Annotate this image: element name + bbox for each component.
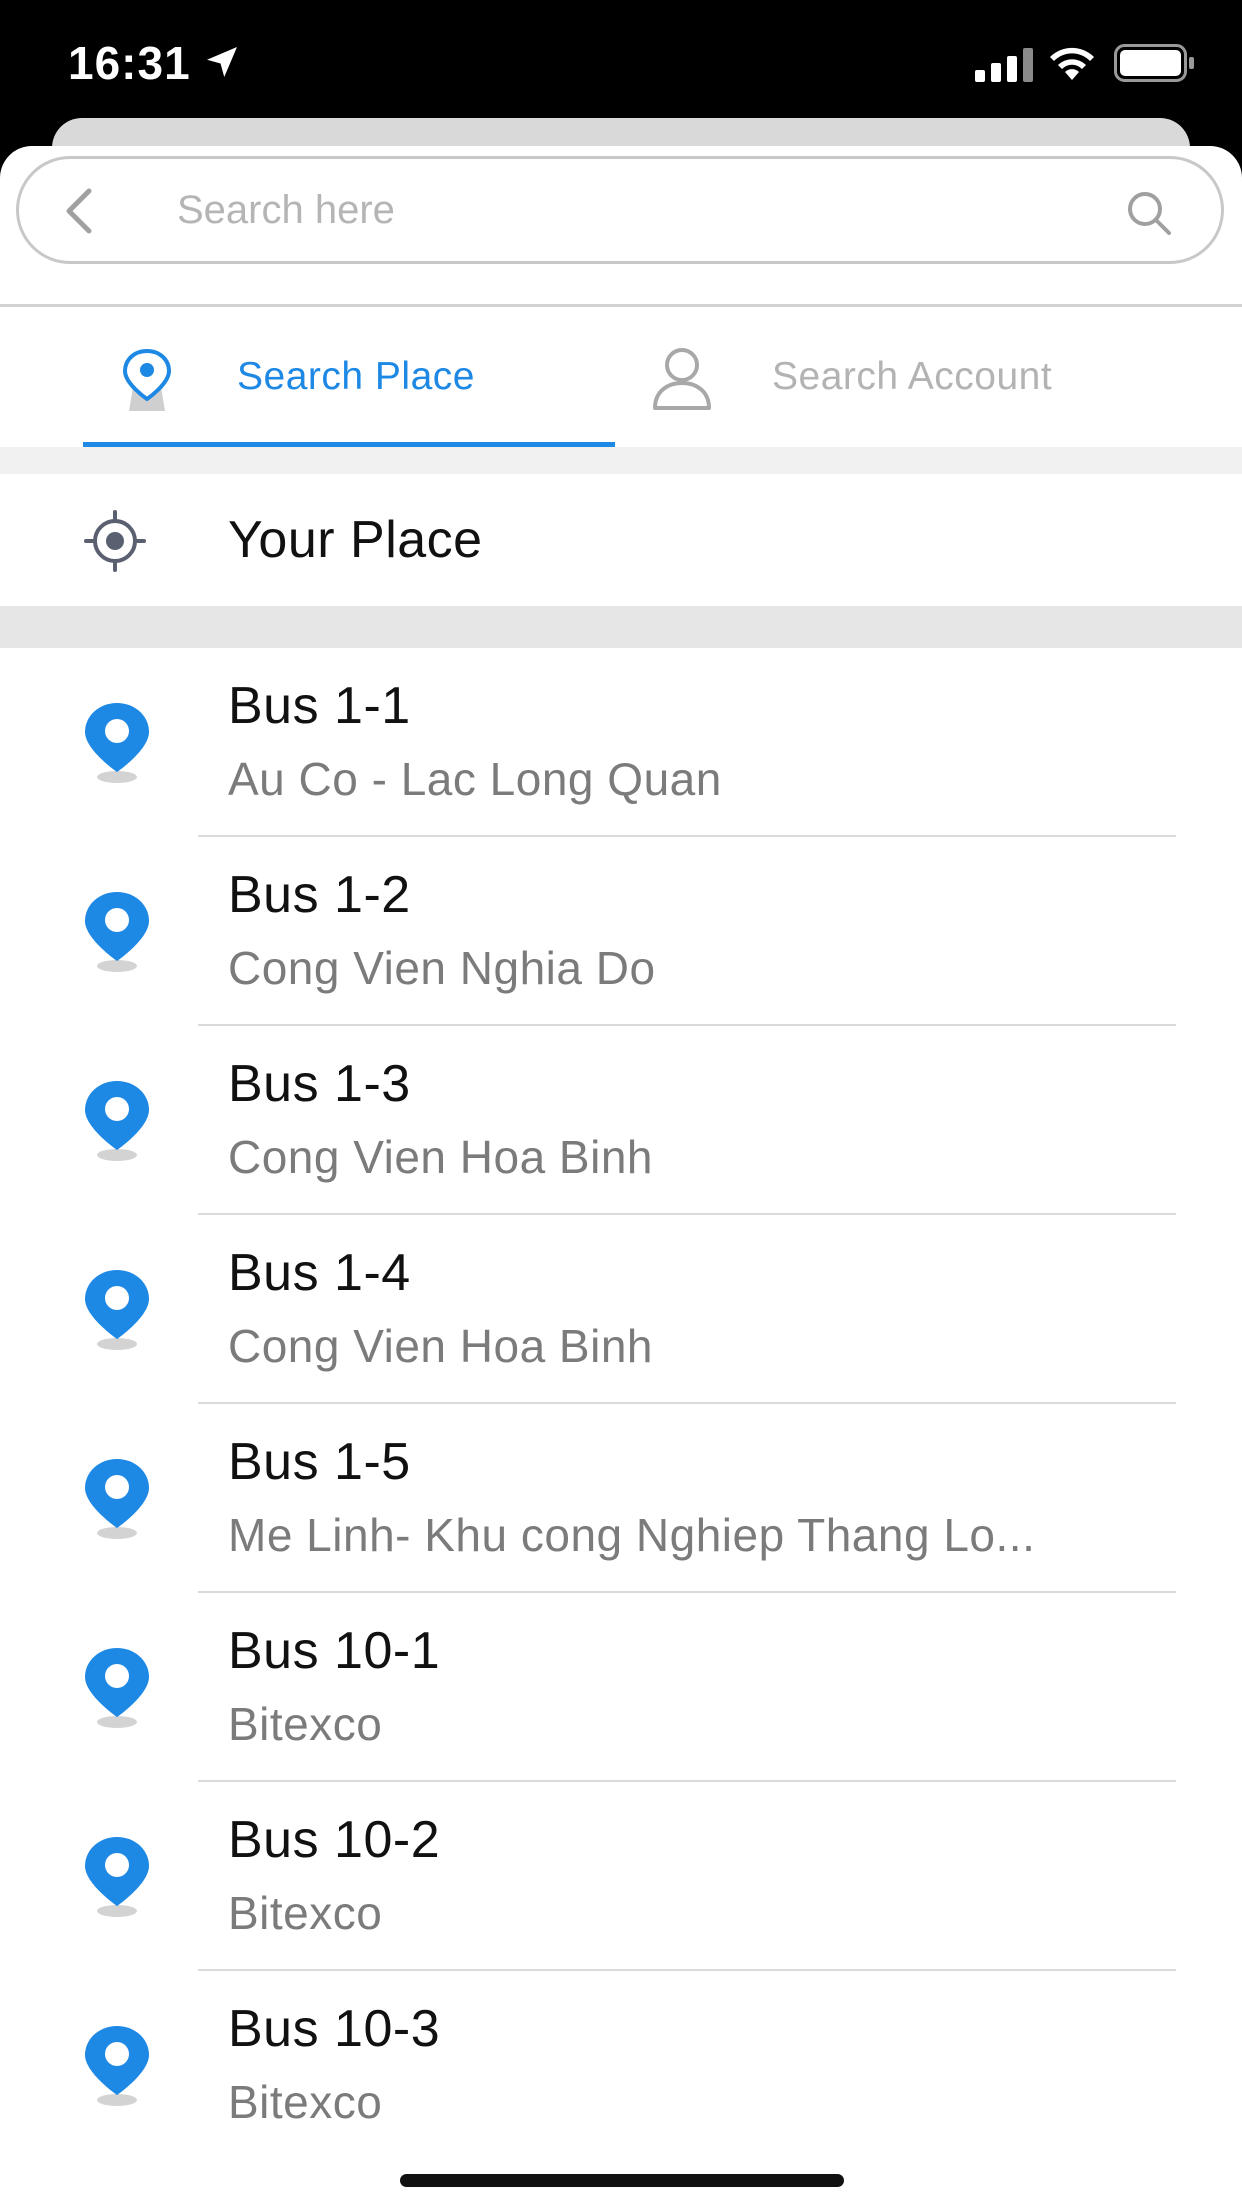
list-item[interactable]: Bus 10-1 Bitexco [0, 1593, 1242, 1782]
map-pin-icon [85, 1837, 149, 1917]
map-pin-icon [85, 2026, 149, 2106]
list-item-title: Bus 1-2 [228, 866, 411, 924]
list-item-title: Bus 10-1 [228, 1622, 441, 1680]
target-icon [84, 510, 146, 572]
tab-search-account-label: Search Account [772, 355, 1053, 398]
section-spacer [0, 606, 1242, 648]
map-pin-icon [85, 703, 149, 783]
map-pin-icon [85, 1459, 149, 1539]
list-item[interactable]: Bus 1-5 Me Linh- Khu cong Nghiep Thang L… [0, 1404, 1242, 1593]
list-item-subtitle: Au Co - Lac Long Quan [228, 753, 722, 805]
list-item[interactable]: Bus 10-3 Bitexco [0, 1971, 1242, 2160]
list-item-subtitle: Cong Vien Hoa Binh [228, 1131, 653, 1183]
list-item-title: Bus 1-1 [228, 677, 411, 735]
tab-search-account[interactable]: Search Account [620, 307, 1180, 447]
list-item[interactable]: Bus 10-2 Bitexco [0, 1782, 1242, 1971]
list-item-subtitle: Cong Vien Nghia Do [228, 942, 656, 994]
list-item-subtitle: Bitexco [228, 1698, 383, 1750]
search-input[interactable] [177, 177, 1077, 243]
battery-icon [1114, 44, 1194, 82]
list-item-subtitle: Bitexco [228, 1887, 383, 1939]
result-list: Bus 1-1 Au Co - Lac Long Quan Bus 1-2 Co… [0, 648, 1242, 2160]
search-icon[interactable] [1125, 189, 1173, 237]
location-arrow-icon [207, 47, 237, 77]
list-item-title: Bus 1-5 [228, 1433, 411, 1491]
list-item-title: Bus 10-3 [228, 2000, 441, 2058]
list-item-subtitle: Cong Vien Hoa Binh [228, 1320, 653, 1372]
screen: 16:31 Search here Search Place Search Ac… [0, 0, 1242, 2208]
map-pin-icon [85, 1648, 149, 1728]
home-indicator[interactable] [400, 2174, 844, 2187]
tab-search-place[interactable]: Search Place [83, 307, 615, 447]
tab-search-place-label: Search Place [237, 355, 475, 398]
wifi-icon [1050, 47, 1094, 80]
your-place-label: Your Place [228, 511, 483, 569]
list-item-title: Bus 1-4 [228, 1244, 411, 1302]
your-place-row[interactable]: Your Place [0, 474, 1242, 606]
map-pin-icon [122, 348, 172, 411]
map-pin-icon [85, 1270, 149, 1350]
back-chevron-icon[interactable] [57, 185, 105, 237]
map-pin-icon [85, 1081, 149, 1161]
user-icon [653, 348, 711, 410]
search-bar [16, 156, 1224, 264]
status-bar: 16:31 [0, 0, 1242, 118]
list-item[interactable]: Bus 1-1 Au Co - Lac Long Quan [0, 648, 1242, 837]
list-item[interactable]: Bus 1-3 Cong Vien Hoa Binh [0, 1026, 1242, 1215]
list-item-subtitle: Me Linh- Khu cong Nghiep Thang Lo... [228, 1509, 1036, 1561]
list-item-title: Bus 1-3 [228, 1055, 411, 1113]
status-time: 16:31 [68, 37, 191, 89]
map-pin-icon [85, 892, 149, 972]
cellular-signal-icon [975, 48, 1033, 82]
search-sheet: Search Place Search Account Your Place [0, 146, 1242, 2208]
list-item[interactable]: Bus 1-2 Cong Vien Nghia Do [0, 837, 1242, 1026]
list-item[interactable]: Bus 1-4 Cong Vien Hoa Binh [0, 1215, 1242, 1404]
list-item-subtitle: Bitexco [228, 2076, 383, 2128]
section-spacer [0, 447, 1242, 474]
tab-bar: Search Place Search Account [0, 307, 1242, 447]
list-item-title: Bus 10-2 [228, 1811, 441, 1869]
